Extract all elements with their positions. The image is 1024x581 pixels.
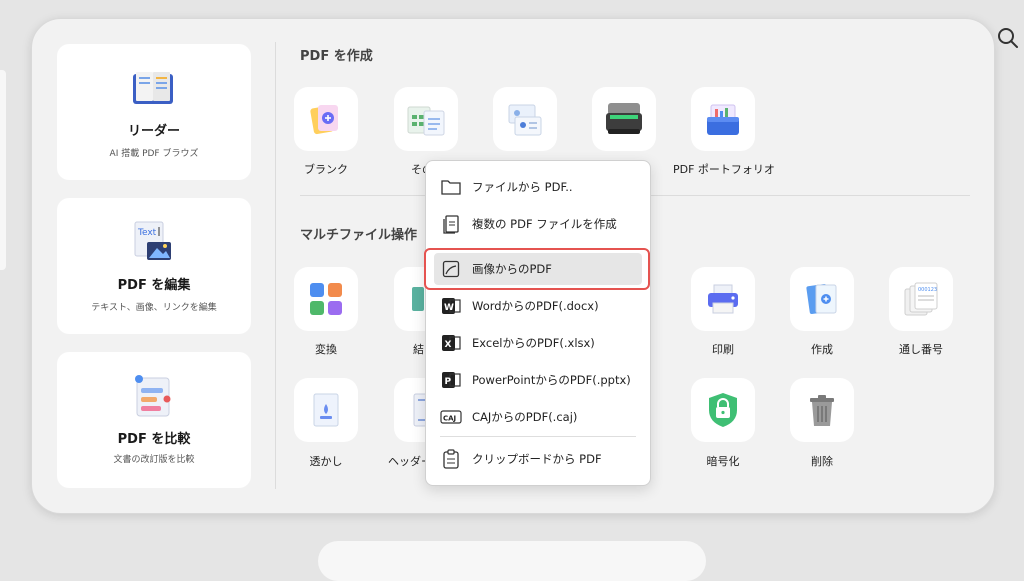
multiple-files-icon — [443, 215, 459, 234]
menu-item-from-clipboard[interactable]: クリップボードから PDF — [434, 443, 642, 475]
menu-item-label: PowerPointからのPDF(.pptx) — [472, 373, 631, 387]
book-icon — [133, 72, 173, 104]
menu-item-label: ファイルから PDF.. — [472, 180, 573, 194]
create-section-title: PDF を作成 — [300, 49, 373, 64]
encrypt-label: 暗号化 — [706, 455, 740, 468]
edit-pdf-subtitle: テキスト、画像、リンクを編集 — [91, 303, 217, 313]
portfolio-icon — [707, 104, 739, 135]
menu-item-label: WordからのPDF(.docx) — [472, 299, 599, 313]
encrypt-tile[interactable] — [691, 378, 755, 442]
create-icon — [806, 284, 837, 314]
watermark-label: 透かし — [309, 455, 343, 468]
watermark-icon — [313, 393, 339, 427]
reader-card[interactable]: リーダー AI 搭載 PDF ブラウズ — [57, 44, 251, 180]
svg-text:000123: 000123 — [918, 287, 937, 293]
bates-number-icon: 000123 — [904, 282, 938, 316]
search-icon[interactable] — [996, 26, 1020, 50]
menu-item-from-word[interactable]: W WordからのPDF(.docx) — [434, 290, 642, 322]
compare-pdf-card[interactable]: PDF を比較 文書の改訂版を比較 — [57, 352, 251, 488]
menu-item-multiple-files[interactable]: 複数の PDF ファイルを作成 — [434, 208, 642, 240]
compare-pdf-subtitle: 文書の改訂版を比較 — [113, 455, 195, 465]
folder-icon — [441, 180, 461, 195]
compare-pdf-title: PDF を比較 — [117, 432, 191, 447]
blank-label: ブランク — [304, 163, 348, 176]
menu-item-from-file[interactable]: ファイルから PDF.. — [434, 171, 642, 203]
watermark-tile[interactable] — [294, 378, 358, 442]
create-pdf-dropdown-menu: ファイルから PDF.. 複数の PDF ファイルを作成 画像からのPDF W … — [425, 160, 651, 486]
print-tile[interactable] — [691, 267, 755, 331]
trash-icon — [810, 395, 834, 426]
blank-tile[interactable] — [294, 87, 358, 151]
edit-pdf-card[interactable]: Text PDF を編集 テキスト、画像、リンクを編集 — [57, 198, 251, 334]
svg-text:X: X — [445, 340, 452, 350]
portfolio-label: PDF ポートフォリオ — [673, 163, 775, 176]
menu-separator — [440, 436, 636, 437]
scan-card-tile[interactable] — [493, 87, 557, 151]
compare-icon — [135, 375, 171, 417]
edit-text-image-icon: Text — [134, 221, 171, 260]
svg-text:Text: Text — [137, 228, 157, 238]
menu-item-label: ExcelからのPDF(.xlsx) — [472, 336, 595, 350]
bottom-background-panel — [318, 541, 706, 581]
vertical-divider — [275, 42, 276, 489]
svg-text:W: W — [444, 303, 454, 313]
blank-pdf-icon — [310, 105, 338, 135]
menu-item-label: 複数の PDF ファイルを作成 — [472, 217, 617, 231]
bates-tile[interactable]: 000123 — [889, 267, 953, 331]
other-create-icon — [407, 106, 445, 136]
selection-highlight-box — [424, 248, 650, 290]
create-label: 作成 — [811, 343, 833, 356]
svg-text:P: P — [445, 377, 452, 387]
create-tile[interactable] — [790, 267, 854, 331]
menu-item-label: CAJからのPDF(.caj) — [472, 410, 578, 424]
clipboard-icon — [443, 449, 459, 469]
convert-tile[interactable] — [294, 267, 358, 331]
encrypt-icon — [709, 393, 737, 427]
reader-subtitle: AI 搭載 PDF ブラウズ — [109, 149, 199, 159]
left-background-panel — [0, 70, 6, 270]
menu-item-label: クリップボードから PDF — [472, 452, 602, 466]
convert-icon — [310, 283, 342, 315]
delete-tile[interactable] — [790, 378, 854, 442]
word-icon: W — [442, 298, 461, 314]
menu-item-from-caj[interactable]: CAJ CAJからのPDF(.caj) — [434, 401, 642, 433]
edit-pdf-title: PDF を編集 — [117, 278, 191, 293]
scan-card-icon — [508, 104, 542, 136]
caj-icon: CAJ — [440, 410, 462, 424]
convert-label: 変換 — [315, 343, 337, 356]
printer-icon — [708, 284, 738, 314]
menu-item-from-powerpoint[interactable]: P PowerPointからのPDF(.pptx) — [434, 364, 642, 396]
menu-item-from-excel[interactable]: X ExcelからのPDF(.xlsx) — [434, 327, 642, 359]
print-label: 印刷 — [712, 343, 734, 356]
powerpoint-icon: P — [442, 372, 461, 388]
svg-text:CAJ: CAJ — [443, 415, 456, 423]
multi-section-title: マルチファイル操作（バ — [300, 228, 444, 243]
scanner-icon — [606, 103, 642, 134]
other-create-tile[interactable] — [394, 87, 458, 151]
delete-label: 削除 — [811, 455, 833, 468]
scanner-tile[interactable] — [592, 87, 656, 151]
portfolio-tile[interactable] — [691, 87, 755, 151]
reader-title: リーダー — [127, 124, 180, 139]
excel-icon: X — [442, 335, 461, 351]
bates-label: 通し番号 — [899, 343, 943, 356]
